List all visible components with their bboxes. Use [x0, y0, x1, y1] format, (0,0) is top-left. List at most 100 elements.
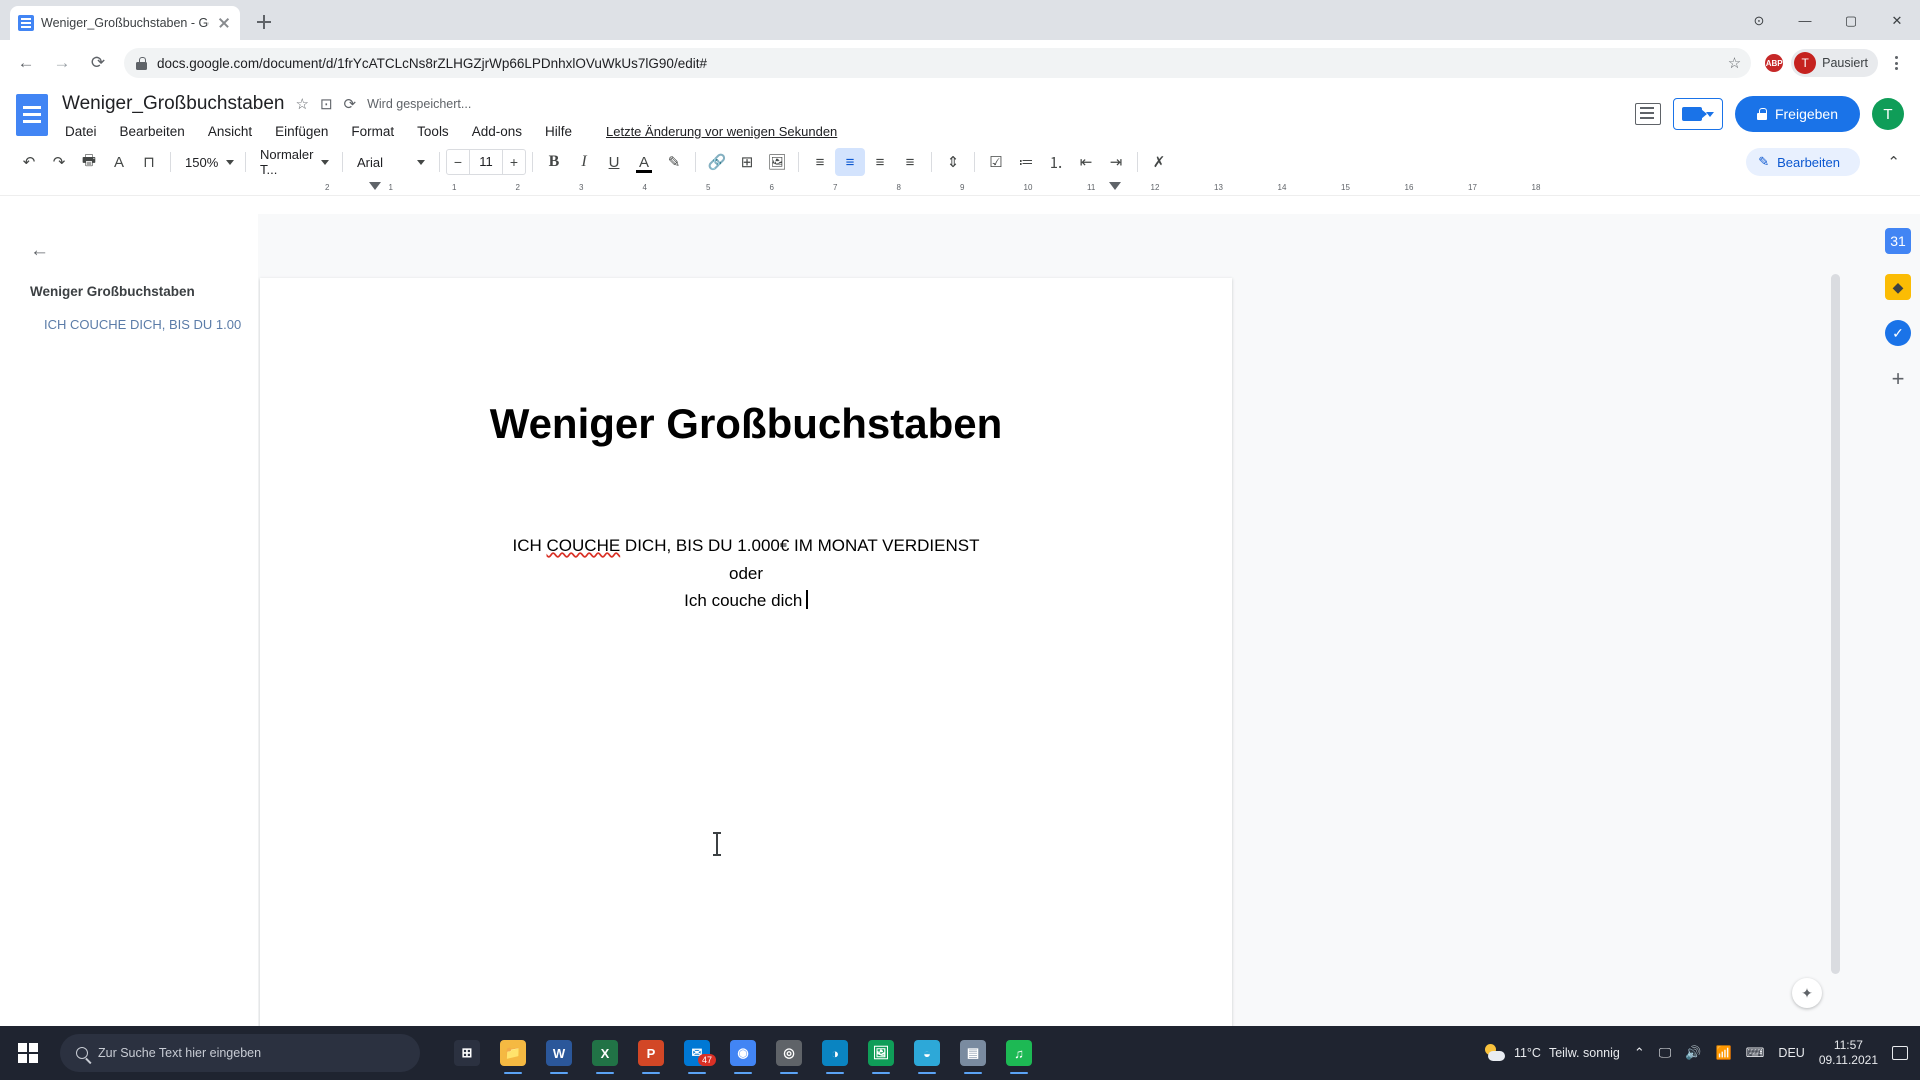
- underline-button[interactable]: U: [599, 148, 629, 176]
- menu-bearbeiten[interactable]: Bearbeiten: [117, 122, 188, 141]
- taskbar-search-input[interactable]: Zur Suche Text hier eingeben: [60, 1034, 420, 1072]
- line-spacing-button[interactable]: ⇕: [938, 148, 968, 176]
- document-title[interactable]: Weniger_Großbuchstaben: [62, 93, 285, 115]
- volume-icon[interactable]: 🔊: [1685, 1045, 1701, 1061]
- font-size-stepper[interactable]: − 11 +: [446, 149, 526, 175]
- weather-widget[interactable]: 11°C Teilw. sonnig: [1484, 1044, 1620, 1062]
- editing-mode-button[interactable]: ✎ Bearbeiten: [1746, 148, 1860, 176]
- taskbar-app-excel[interactable]: X: [584, 1030, 626, 1076]
- taskbar-app-word[interactable]: W: [538, 1030, 580, 1076]
- taskbar-app-task-view[interactable]: ⊞: [446, 1030, 488, 1076]
- tasks-icon[interactable]: ✓: [1885, 320, 1911, 346]
- new-tab-button[interactable]: [250, 8, 278, 36]
- version-history-icon[interactable]: [1634, 103, 1661, 125]
- reload-button[interactable]: ⟳: [82, 47, 114, 79]
- close-window-button[interactable]: ✕: [1874, 0, 1920, 40]
- meet-button[interactable]: [1672, 98, 1723, 130]
- move-to-folder-icon[interactable]: ⊡: [320, 95, 333, 113]
- align-justify-button[interactable]: ≡: [895, 148, 925, 176]
- taskbar-app-edge[interactable]: ◒: [906, 1030, 948, 1076]
- right-indent-marker[interactable]: [1109, 182, 1121, 190]
- taskbar-app-chrome[interactable]: ◉: [722, 1030, 764, 1076]
- profile-button[interactable]: T Pausiert: [1791, 49, 1878, 77]
- font-select[interactable]: Arial: [349, 148, 433, 176]
- share-button[interactable]: Freigeben: [1734, 96, 1860, 132]
- address-bar[interactable]: docs.google.com/document/d/1frYcATCLcNs8…: [124, 48, 1752, 78]
- checklist-button[interactable]: ☑: [981, 148, 1011, 176]
- document-page[interactable]: Weniger Großbuchstaben ICH COUCHE DICH, …: [260, 278, 1232, 1026]
- last-change-link[interactable]: Letzte Änderung vor wenigen Sekunden: [606, 124, 837, 139]
- tray-expand-icon[interactable]: ⌃: [1634, 1045, 1645, 1061]
- paragraph-style-select[interactable]: Normaler T...: [252, 147, 336, 177]
- align-left-button[interactable]: ≡: [805, 148, 835, 176]
- clear-formatting-button[interactable]: ✗: [1144, 148, 1174, 176]
- redo-button[interactable]: ↷: [44, 148, 74, 176]
- taskbar-app-photos[interactable]: 🖼: [860, 1030, 902, 1076]
- calendar-icon[interactable]: 31: [1885, 228, 1911, 254]
- taskbar-app-powerpoint[interactable]: P: [630, 1030, 672, 1076]
- paint-format-button[interactable]: ⊓: [134, 148, 164, 176]
- menu-einfuegen[interactable]: Einfügen: [272, 122, 331, 141]
- decrease-indent-button[interactable]: ⇤: [1071, 148, 1101, 176]
- adblock-icon[interactable]: ABP: [1761, 50, 1787, 76]
- text-color-button[interactable]: A: [629, 148, 659, 176]
- menu-datei[interactable]: Datei: [62, 122, 100, 141]
- bulleted-list-button[interactable]: ≔: [1011, 148, 1041, 176]
- extension-puzzle-icon[interactable]: ⊙: [1736, 0, 1782, 40]
- font-size-increase[interactable]: +: [503, 150, 525, 174]
- taskbar-app-media[interactable]: ◎: [768, 1030, 810, 1076]
- taskbar-app-edge-beta[interactable]: ◑: [814, 1030, 856, 1076]
- back-button[interactable]: ←: [10, 47, 42, 79]
- increase-indent-button[interactable]: ⇥: [1101, 148, 1131, 176]
- taskbar-app-file-explorer[interactable]: 📁: [492, 1030, 534, 1076]
- docs-logo-icon[interactable]: [14, 92, 50, 138]
- taskbar-app-mail[interactable]: ✉ 47: [676, 1030, 718, 1076]
- taskbar-app-gallery[interactable]: ▤: [952, 1030, 994, 1076]
- menu-tools[interactable]: Tools: [414, 122, 452, 141]
- language-indicator[interactable]: DEU: [1778, 1046, 1804, 1060]
- keep-icon[interactable]: ◆: [1885, 274, 1911, 300]
- menu-addons[interactable]: Add-ons: [469, 122, 525, 141]
- explore-button[interactable]: ✦: [1792, 978, 1822, 1008]
- insert-link-button[interactable]: 🔗: [702, 148, 732, 176]
- zoom-select[interactable]: 150%: [177, 148, 239, 176]
- avatar[interactable]: T: [1872, 98, 1904, 130]
- chrome-menu-icon[interactable]: [1882, 49, 1910, 77]
- numbered-list-button[interactable]: ⒈: [1041, 148, 1071, 176]
- close-outline-icon[interactable]: ←: [30, 240, 49, 262]
- font-size-value[interactable]: 11: [469, 150, 503, 174]
- devices-icon[interactable]: 🖵: [1659, 1045, 1672, 1061]
- forward-button[interactable]: →: [46, 47, 78, 79]
- spellcheck-button[interactable]: A: [104, 148, 134, 176]
- clock[interactable]: 11:57 09.11.2021: [1819, 1038, 1878, 1068]
- insert-image-button[interactable]: 🖼: [762, 148, 792, 176]
- print-button[interactable]: 🖶: [74, 148, 104, 176]
- collapse-toolbar-button[interactable]: ⌃: [1887, 153, 1900, 171]
- vertical-scrollbar[interactable]: [1831, 274, 1840, 974]
- outline-item[interactable]: ICH COUCHE DICH, BIS DU 1.00…: [30, 317, 242, 332]
- notification-icon[interactable]: [1892, 1046, 1908, 1060]
- left-indent-marker[interactable]: [369, 182, 381, 190]
- wifi-icon[interactable]: 📶: [1715, 1045, 1731, 1061]
- taskbar-app-spotify[interactable]: ♫: [998, 1030, 1040, 1076]
- maximize-button[interactable]: ▢: [1828, 0, 1874, 40]
- bold-button[interactable]: B: [539, 148, 569, 176]
- menu-ansicht[interactable]: Ansicht: [205, 122, 255, 141]
- add-addon-icon[interactable]: +: [1885, 366, 1911, 392]
- bookmark-star-icon[interactable]: ☆: [1728, 54, 1741, 72]
- font-size-decrease[interactable]: −: [447, 150, 469, 174]
- close-tab-icon[interactable]: [216, 15, 232, 31]
- highlight-color-button[interactable]: ✎: [659, 148, 689, 176]
- keyboard-icon[interactable]: ⌨: [1746, 1045, 1765, 1061]
- browser-tab[interactable]: Weniger_Großbuchstaben - Goo: [10, 6, 240, 40]
- misspelled-word[interactable]: COUCHE: [547, 536, 621, 555]
- menu-hilfe[interactable]: Hilfe: [542, 122, 575, 141]
- star-document-icon[interactable]: ☆: [296, 95, 309, 113]
- document-ruler[interactable]: 2 1 1 2 3 4 5 6 7 8 9 10 11 12 13 14 15 16 17 18: [0, 180, 1920, 196]
- minimize-button[interactable]: —: [1782, 0, 1828, 40]
- start-button[interactable]: [0, 1026, 56, 1080]
- menu-format[interactable]: Format: [348, 122, 397, 141]
- undo-button[interactable]: ↶: [14, 148, 44, 176]
- align-right-button[interactable]: ≡: [865, 148, 895, 176]
- italic-button[interactable]: I: [569, 148, 599, 176]
